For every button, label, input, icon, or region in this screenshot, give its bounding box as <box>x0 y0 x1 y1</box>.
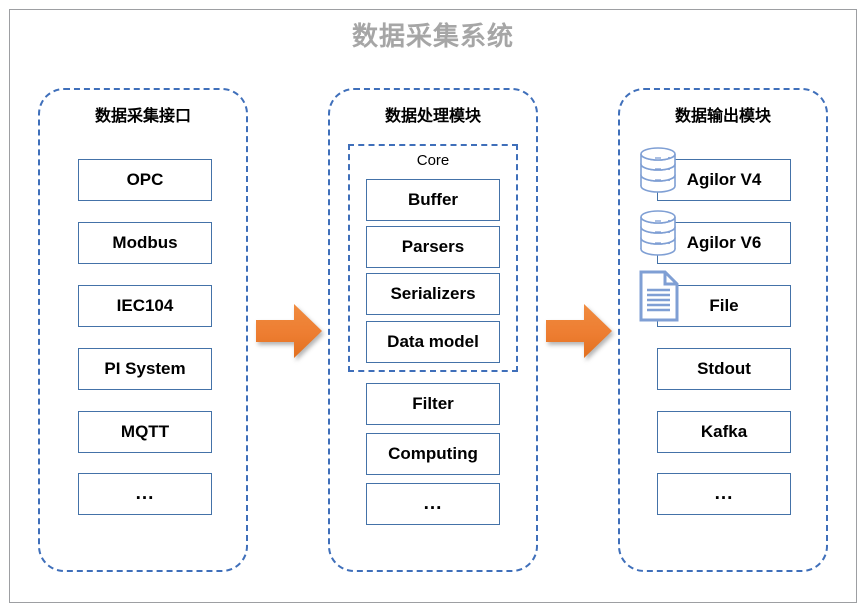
page-title: 数据采集系统 <box>351 21 514 51</box>
database-icon <box>640 147 676 193</box>
item-label: Agilor V6 <box>686 233 762 252</box>
item-label: Kafka <box>700 422 748 441</box>
diagram-canvas: 数据采集系统 数据采集接口 OPC Modbus IEC104 PI Syste… <box>0 0 866 615</box>
item-mqtt[interactable]: MQTT <box>78 411 212 453</box>
item-label: IEC104 <box>116 296 174 315</box>
item-modbus[interactable]: Modbus <box>78 222 212 264</box>
item-label: ... <box>423 493 443 514</box>
item-label: ... <box>135 483 155 504</box>
group-title-data-processing-module: 数据处理模块 <box>384 108 481 125</box>
item-label: MQTT <box>120 422 170 441</box>
group-title-data-output-module: 数据输出模块 <box>674 108 771 125</box>
item-label: Computing <box>388 444 478 463</box>
item-parsers[interactable]: Parsers <box>366 226 500 268</box>
database-icon <box>640 210 676 256</box>
item-label: OPC <box>126 170 164 189</box>
item-iec104[interactable]: IEC104 <box>78 285 212 327</box>
item-filter[interactable]: Filter <box>366 383 500 425</box>
item-data-model[interactable]: Data model <box>366 321 500 363</box>
item-label: Agilor V4 <box>686 170 762 189</box>
item-serializers[interactable]: Serializers <box>366 273 500 315</box>
document-icon <box>639 270 679 322</box>
item-label: Parsers <box>401 237 465 256</box>
item-more-processing[interactable]: ... <box>366 483 500 525</box>
item-label: Filter <box>412 394 454 413</box>
item-stdout[interactable]: Stdout <box>657 348 791 390</box>
item-label: File <box>709 296 739 315</box>
item-label: Stdout <box>697 359 751 378</box>
group-title-data-collection-interface: 数据采集接口 <box>94 108 191 125</box>
item-label: PI System <box>104 359 186 378</box>
item-kafka[interactable]: Kafka <box>657 411 791 453</box>
item-computing[interactable]: Computing <box>366 433 500 475</box>
item-label: ... <box>714 483 734 504</box>
item-more-inputs[interactable]: ... <box>78 473 212 515</box>
item-more-outputs[interactable]: ... <box>657 473 791 515</box>
arrow-process-to-output <box>546 304 612 358</box>
item-label: Data model <box>387 332 479 351</box>
item-label: Serializers <box>390 284 476 303</box>
item-opc[interactable]: OPC <box>78 159 212 201</box>
item-label: Modbus <box>112 233 178 252</box>
item-pi-system[interactable]: PI System <box>78 348 212 390</box>
arrow-input-to-process <box>256 304 322 358</box>
group-title-core: Core <box>416 152 450 169</box>
item-buffer[interactable]: Buffer <box>366 179 500 221</box>
item-label: Buffer <box>407 190 459 209</box>
